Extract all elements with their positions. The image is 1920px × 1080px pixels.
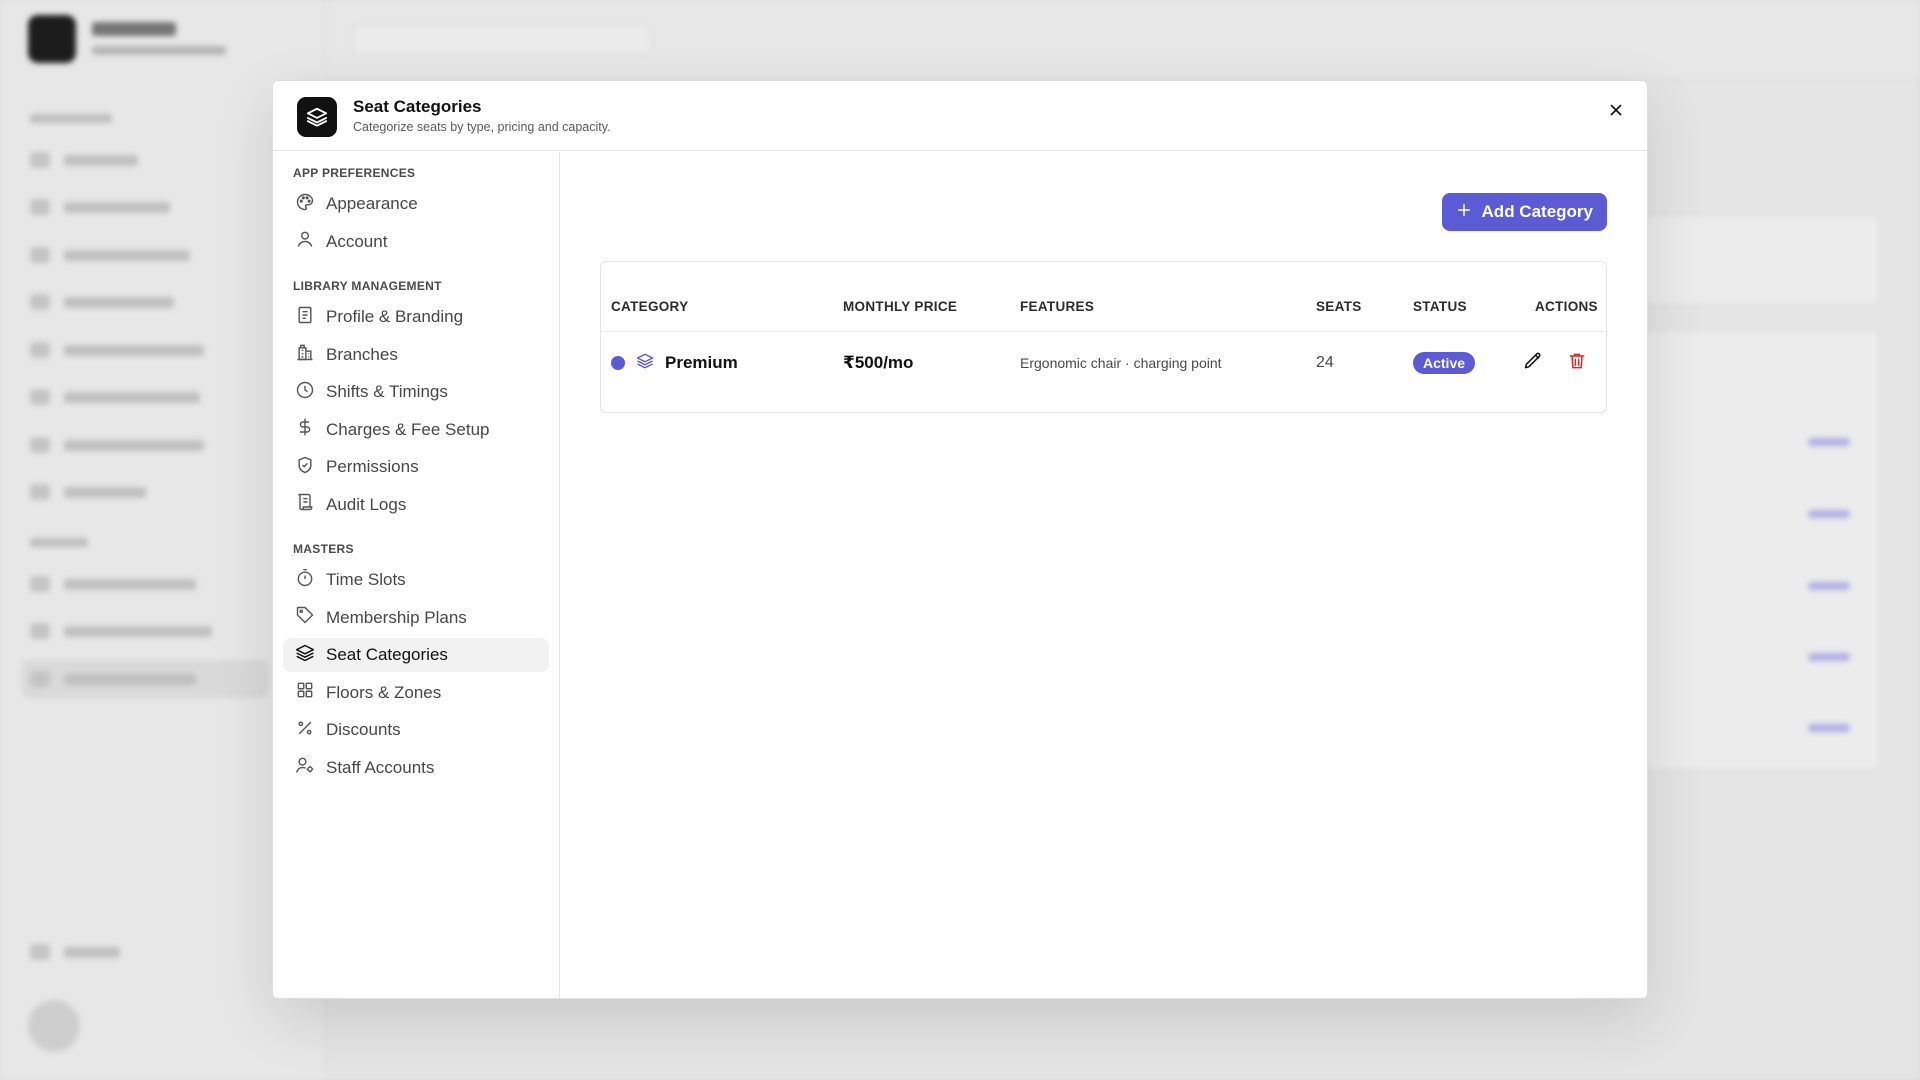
category-name: Premium (665, 353, 738, 372)
nav-item-staff-accounts[interactable]: Staff Accounts (283, 751, 549, 785)
seat-count: 24 (1316, 354, 1334, 371)
column-header-features[interactable]: FEATURES (1020, 282, 1094, 332)
status-cell: Active (1413, 333, 1476, 393)
category-color-dot (611, 356, 625, 370)
nav-section-title: LIBRARY MANAGEMENT (293, 279, 442, 293)
nav-item-label: Account (326, 231, 388, 251)
seat-categories-dialog: Seat Categories Categorize seats by type… (272, 80, 1648, 999)
nav-section-title: MASTERS (293, 542, 354, 556)
dialog-title: Seat Categories (353, 97, 482, 116)
actions-cell (1520, 333, 1590, 393)
close-button[interactable] (1601, 97, 1631, 127)
nav-item-membership-plans[interactable]: Membership Plans (283, 601, 549, 635)
nav-item-label: Membership Plans (326, 607, 467, 627)
timer-icon (295, 568, 315, 593)
main-content: Add Category CATEGORY MONTHLY PRICE FEAT… (560, 152, 1647, 998)
tag-icon (295, 605, 315, 630)
layers-icon (636, 352, 654, 375)
nav-item-label: Charges & Fee Setup (326, 419, 490, 439)
status-badge: Active (1413, 352, 1476, 374)
category-cell: Premium (611, 333, 738, 393)
clock-icon (295, 380, 315, 405)
settings-nav: APP PREFERENCES Appearance Account LIBRA… (273, 152, 560, 998)
column-header-monthly-price[interactable]: MONTHLY PRICE (843, 282, 957, 332)
column-header-status[interactable]: STATUS (1413, 282, 1467, 332)
nav-item-charges-fee-setup[interactable]: Charges & Fee Setup (283, 413, 549, 447)
edit-button[interactable] (1520, 350, 1546, 376)
nav-item-shifts-timings[interactable]: Shifts & Timings (283, 375, 549, 409)
monthly-price: ₹500/mo (843, 353, 914, 372)
pencil-icon (1523, 351, 1543, 376)
nav-item-floors-zones[interactable]: Floors & Zones (283, 676, 549, 710)
dialog-subtitle: Categorize seats by type, pricing and ca… (353, 120, 611, 134)
percent-icon (295, 718, 315, 743)
document-icon (295, 305, 315, 330)
trash-icon (1567, 351, 1587, 376)
user-cog-icon (295, 755, 315, 780)
column-header-seats[interactable]: SEATS (1316, 282, 1362, 332)
shield-icon (295, 455, 315, 480)
nav-item-branches[interactable]: Branches (283, 338, 549, 372)
nav-item-account[interactable]: Account (283, 225, 549, 259)
nav-item-appearance[interactable]: Appearance (283, 187, 549, 221)
nav-item-label: Branches (326, 344, 398, 364)
nav-item-label: Floors & Zones (326, 682, 442, 702)
nav-item-profile-branding[interactable]: Profile & Branding (283, 300, 549, 334)
seat-categories-table: CATEGORY MONTHLY PRICE FEATURES SEATS ST… (600, 261, 1607, 413)
nav-item-label: Appearance (326, 194, 418, 213)
delete-button[interactable] (1564, 350, 1590, 376)
grid-icon (295, 680, 315, 705)
nav-item-label: Profile & Branding (326, 307, 464, 326)
scroll-icon (295, 492, 315, 517)
nav-item-time-slots[interactable]: Time Slots (283, 563, 549, 597)
column-header-category[interactable]: CATEGORY (611, 282, 688, 332)
palette-icon (295, 192, 315, 217)
user-icon (295, 229, 315, 254)
nav-item-label: Permissions (326, 457, 419, 476)
features-text: Ergonomic chair · charging point (1020, 355, 1222, 371)
close-icon (1607, 101, 1625, 124)
nav-section-title: APP PREFERENCES (293, 166, 416, 180)
table-row[interactable]: Premium ₹500/mo Ergonomic chair · chargi… (601, 333, 1606, 393)
nav-item-seat-categories[interactable]: Seat Categories (283, 638, 549, 672)
column-header-actions: ACTIONS (1535, 299, 1598, 314)
dialog-header: Seat Categories Categorize seats by type… (273, 81, 1647, 151)
nav-item-label: Staff Accounts (326, 757, 435, 777)
nav-item-audit-logs[interactable]: Audit Logs (283, 488, 549, 522)
nav-item-label: Seat Categories (326, 645, 448, 664)
layers-icon (297, 97, 337, 137)
dollar-icon (295, 417, 315, 442)
building-icon (295, 342, 315, 367)
add-category-button[interactable]: Add Category (1441, 193, 1607, 231)
add-category-label: Add Category (1481, 202, 1593, 221)
table-header: CATEGORY MONTHLY PRICE FEATURES SEATS ST… (601, 282, 1606, 332)
layers-icon (295, 643, 315, 668)
nav-item-label: Discounts (326, 720, 401, 739)
nav-item-permissions[interactable]: Permissions (283, 450, 549, 484)
plus-icon (1456, 202, 1472, 223)
nav-item-label: Time Slots (326, 570, 406, 589)
nav-item-discounts[interactable]: Discounts (283, 713, 549, 747)
nav-item-label: Audit Logs (326, 494, 407, 514)
nav-item-label: Shifts & Timings (326, 382, 448, 401)
